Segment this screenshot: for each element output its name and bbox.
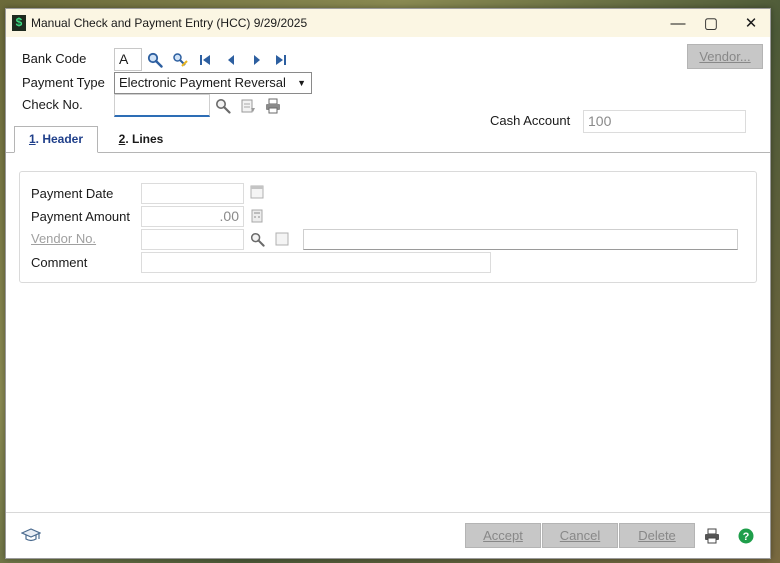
window-title: Manual Check and Payment Entry (HCC) 9/2… bbox=[31, 16, 308, 30]
bank-code-field[interactable]: A bbox=[114, 48, 142, 71]
chevron-down-icon: ▼ bbox=[297, 78, 306, 88]
comment-field[interactable] bbox=[141, 252, 491, 273]
vendor-no-field[interactable] bbox=[141, 229, 244, 250]
payment-date-label: Payment Date bbox=[31, 186, 114, 201]
check-no-label: Check No. bbox=[22, 97, 83, 112]
previous-record-icon[interactable] bbox=[224, 53, 238, 67]
magnifier-icon[interactable] bbox=[146, 51, 164, 69]
payment-type-select[interactable]: Electronic Payment Reversal ▼ bbox=[114, 72, 312, 94]
comment-label: Comment bbox=[31, 255, 88, 270]
vendor-lookup-magnifier-icon[interactable] bbox=[249, 231, 265, 247]
tab-lines[interactable]: 2. Lines bbox=[106, 126, 176, 153]
payment-amount-label: Payment Amount bbox=[31, 209, 130, 224]
vendor-button[interactable]: Vendor... bbox=[687, 44, 763, 69]
vendor-memo-icon[interactable] bbox=[274, 231, 290, 247]
help-icon[interactable]: ? bbox=[737, 527, 755, 545]
last-record-icon[interactable] bbox=[274, 53, 288, 67]
close-button[interactable]: ✕ bbox=[728, 9, 774, 37]
cash-account-field: 100 bbox=[583, 110, 746, 133]
payment-type-label: Payment Type bbox=[22, 75, 105, 90]
first-record-icon[interactable] bbox=[198, 53, 212, 67]
next-check-number-icon[interactable] bbox=[239, 97, 257, 115]
title-bar: $ Manual Check and Payment Entry (HCC) 9… bbox=[6, 9, 770, 37]
calculator-icon[interactable] bbox=[249, 208, 265, 224]
app-window: $ Manual Check and Payment Entry (HCC) 9… bbox=[5, 8, 771, 559]
footer-divider bbox=[6, 512, 770, 513]
clear-field-icon[interactable] bbox=[171, 51, 189, 69]
footer-printer-icon[interactable] bbox=[703, 527, 721, 545]
bank-code-label: Bank Code bbox=[22, 51, 87, 66]
payment-amount-field[interactable]: .00 bbox=[141, 206, 244, 227]
calendar-icon[interactable] bbox=[249, 184, 265, 200]
check-no-field[interactable] bbox=[114, 94, 210, 117]
next-record-icon[interactable] bbox=[250, 53, 264, 67]
printer-icon[interactable] bbox=[264, 97, 282, 115]
graduation-cap-icon[interactable] bbox=[20, 526, 42, 546]
app-icon: $ bbox=[12, 15, 26, 31]
check-lookup-magnifier-icon[interactable] bbox=[214, 97, 232, 115]
payment-date-field[interactable] bbox=[141, 183, 244, 204]
vendor-no-label: Vendor No. bbox=[31, 231, 97, 246]
delete-button[interactable]: Delete bbox=[619, 523, 695, 548]
accept-button[interactable]: Accept bbox=[465, 523, 541, 548]
cancel-button[interactable]: Cancel bbox=[542, 523, 618, 548]
payment-type-value: Electronic Payment Reversal bbox=[119, 75, 286, 90]
svg-text:?: ? bbox=[743, 531, 750, 543]
vendor-name-field bbox=[303, 229, 738, 250]
cash-account-label: Cash Account bbox=[490, 113, 571, 128]
tab-header[interactable]: 1. Header bbox=[14, 126, 98, 153]
